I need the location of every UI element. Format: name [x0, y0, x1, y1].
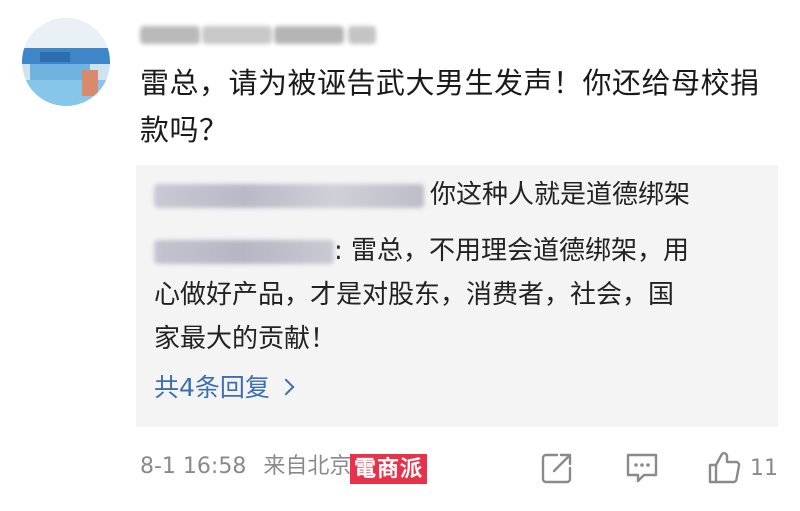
blurred-username[interactable]	[140, 22, 380, 48]
reply-line-1: 你这种人就是道德绑架	[154, 173, 690, 217]
reply-line-4: 家最大的贡献！	[154, 317, 336, 361]
comment-button[interactable]	[624, 448, 660, 488]
comment-icon	[626, 453, 658, 483]
more-replies-label: 共4条回复	[154, 373, 270, 402]
comment-meta: 8-1 16:58 来自北京	[140, 452, 351, 482]
watermark-logo: 電商派	[350, 454, 428, 484]
reply-line-2: : 雷总，不用理会道德绑架，用	[154, 229, 689, 273]
comment-text: 雷总，请为被诬告武大男生发声！你还给母校捐款吗？	[140, 66, 760, 147]
share-button[interactable]	[540, 448, 574, 488]
reply-text-4: 家最大的贡献！	[154, 324, 337, 354]
blurred-reply-author	[154, 183, 424, 208]
share-icon	[541, 453, 572, 484]
blurred-reply-author	[154, 239, 334, 264]
reply-text-1: 你这种人就是道德绑架	[430, 180, 691, 210]
user-avatar[interactable]	[22, 18, 110, 106]
like-icon	[708, 452, 741, 484]
reply-line-3: 心做好产品，才是对股东，消费者，社会，国	[154, 273, 674, 317]
weibo-comment-card: 雷总，请为被诬告武大男生发声！你还给母校捐款吗？ 你这种人就是道德绑架 : 雷总…	[0, 0, 800, 511]
reply-text-2: : 雷总，不用理会道德绑架，用	[334, 236, 690, 266]
comment-time: 8-1 16:58	[140, 454, 247, 479]
like-button[interactable]: 11	[706, 448, 778, 488]
chevron-right-icon	[277, 378, 295, 396]
reply-preview-box[interactable]: 你这种人就是道德绑架 : 雷总，不用理会道德绑架，用 心做好产品，才是对股东，消…	[136, 165, 778, 427]
comment-location: 来自北京	[263, 454, 352, 479]
reply-text-3: 心做好产品，才是对股东，消费者，社会，国	[154, 280, 675, 310]
like-count: 11	[750, 455, 778, 481]
more-replies-link[interactable]: 共4条回复	[154, 370, 295, 406]
